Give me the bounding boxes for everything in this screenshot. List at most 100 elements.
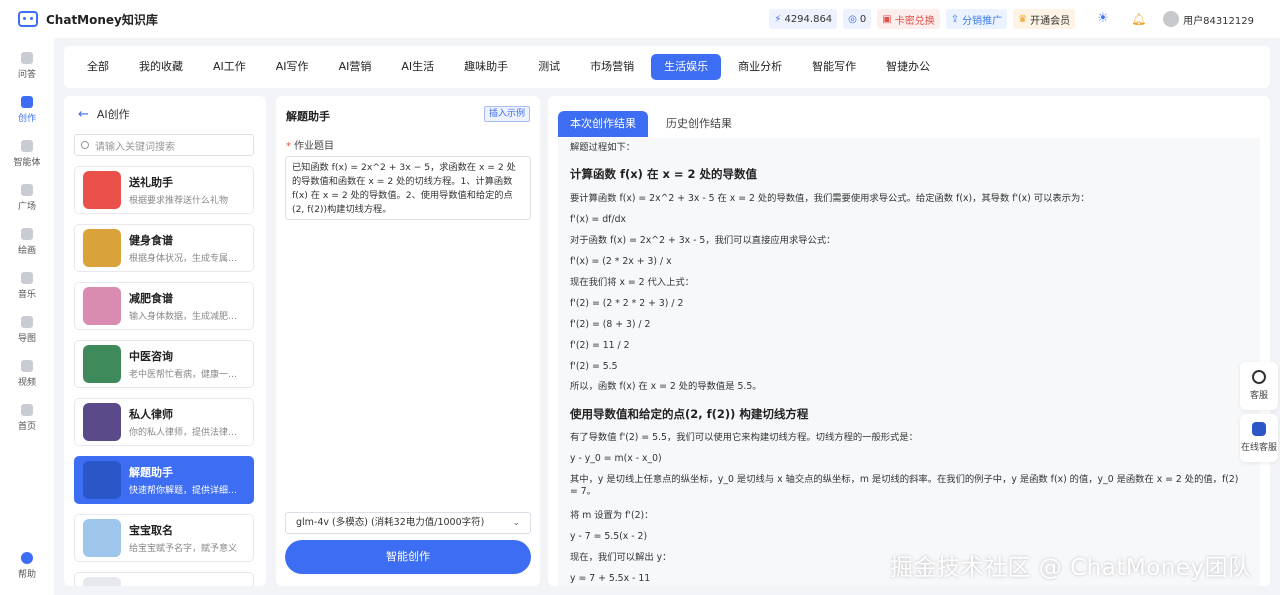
cake-icon — [83, 287, 121, 325]
back-arrow-icon[interactable]: ← — [78, 107, 89, 122]
category-tab[interactable]: 趣味助手 — [451, 54, 521, 80]
avatar — [1163, 11, 1180, 27]
member-button[interactable]: ♛ 开通会员 — [1013, 9, 1076, 29]
result-line: 现在我们将 x = 2 代入上式： — [570, 277, 694, 288]
pen-icon — [21, 96, 33, 108]
redeem-button[interactable]: ▣ 卡密兑换 — [877, 9, 940, 29]
result-line: 对于函数 f(x) = 2x^2 + 3x - 5，我们可以直接应用求导公式： — [570, 235, 836, 246]
homework-textarea[interactable]: 已知函数 f(x) = 2x^2 + 3x − 5，求函数在 x = 2 处的导… — [285, 156, 531, 220]
category-tab[interactable]: 智能写作 — [799, 54, 869, 80]
result-line: f'(2) = 11 / 2 — [570, 340, 630, 351]
result-line: f'(x) = (2 * 2x + 3) / x — [570, 256, 672, 267]
balance-badge[interactable]: ⚡ 4294.864 — [769, 9, 838, 29]
assistant-card-tcm[interactable]: 中医咨询 老中医帮忙看病，健康一… — [74, 340, 254, 388]
result-panel: 本次创作结果 历史创作结果 解题过程如下： 计算函数 f(x) 在 x = 2 … — [548, 96, 1270, 586]
help-icon — [21, 552, 33, 564]
home-icon — [21, 404, 33, 416]
nav-item-draw[interactable]: 绘画 — [0, 228, 54, 256]
category-tab[interactable]: AI写作 — [263, 54, 322, 80]
nav-item-help[interactable]: 帮助 — [0, 552, 54, 580]
assistant-card-fitness[interactable]: 健身食谱 根据身体状况，生成专属… — [74, 224, 254, 272]
nav-item-mindmap[interactable]: 导图 — [0, 316, 54, 344]
result-line: 有了导数值 f'(2) = 5.5，我们可以使用它来构建切线方程。切线方程的一般… — [570, 432, 918, 443]
tab-current-result[interactable]: 本次创作结果 — [558, 111, 648, 137]
agent-icon — [21, 140, 33, 152]
nav-item-agent[interactable]: 智能体 — [0, 140, 54, 168]
form-title: 解题助手 — [286, 110, 330, 123]
search-input[interactable]: 请输入关键词搜索 — [74, 134, 254, 156]
app-title: ChatMoney知识库 — [46, 12, 158, 27]
nav-item-video[interactable]: 视频 — [0, 360, 54, 388]
result-heading: 计算函数 f(x) 在 x = 2 处的导数值 — [570, 167, 758, 181]
result-line: f'(2) = (8 + 3) / 2 — [570, 319, 651, 330]
category-tab[interactable]: 我的收藏 — [126, 54, 196, 80]
tab-history-result[interactable]: 历史创作结果 — [654, 111, 744, 137]
result-line: 所以，函数 f(x) 在 x = 2 处的导数值是 5.5。 — [570, 381, 762, 392]
generate-button[interactable]: 智能创作 — [285, 540, 531, 574]
category-tab[interactable]: 智捷办公 — [873, 54, 943, 80]
nav-item-music[interactable]: 音乐 — [0, 272, 54, 300]
chat-icon — [21, 52, 33, 64]
result-line: f'(2) = 5.5 — [570, 361, 618, 372]
model-select[interactable]: glm-4v (多模态) (消耗32电力值/1000字符) ⌄ — [285, 512, 531, 534]
assistant-list-panel: ← AI创作 请输入关键词搜索 送礼助手 根据要求推荐送什么礼物 健身食谱 根据身体… — [64, 96, 266, 586]
top-bar: ChatMoney知识库 ⚡ 4294.864 ◎ 0 ▣ 卡密兑换 ⇪ 分销推… — [0, 0, 1280, 38]
distribute-button[interactable]: ⇪ 分销推广 — [945, 9, 1008, 29]
notebook-icon — [83, 229, 121, 267]
robot-logo-icon — [18, 11, 38, 27]
nav-item-home[interactable]: 首页 — [0, 404, 54, 432]
assistant-card-lawyer[interactable]: 私人律师 你的私人律师，提供法律… — [74, 398, 254, 446]
result-content: 解题过程如下： 计算函数 f(x) 在 x = 2 处的导数值 要计算函数 f(… — [558, 138, 1260, 586]
category-tab[interactable]: AI生活 — [388, 54, 447, 80]
result-line: 要计算函数 f(x) = 2x^2 + 3x - 5 在 x = 2 处的导数值… — [570, 193, 1090, 204]
notification-bell-icon[interactable]: 🔔︎ — [1131, 12, 1146, 26]
robot-icon — [1252, 422, 1266, 436]
category-tab[interactable]: 全部 — [74, 54, 122, 80]
chevron-down-icon: ⌄ — [512, 518, 520, 528]
assistant-card-partial[interactable] — [74, 572, 254, 586]
app-logo[interactable]: ChatMoney知识库 — [18, 11, 158, 28]
music-icon — [21, 272, 33, 284]
assistant-card-diet[interactable]: 减肥食谱 输入身体数据，生成减肥… — [74, 282, 254, 330]
video-icon — [21, 360, 33, 372]
result-line: 解题过程如下： — [570, 142, 636, 153]
coin-icon: ◎ — [848, 13, 857, 25]
points-badge[interactable]: ◎ 0 — [843, 9, 872, 29]
panel-header: ← AI创作 — [78, 106, 130, 122]
online-service-button[interactable]: 在线客服 — [1240, 414, 1278, 462]
result-line: 将 m 设置为 f'(2)： — [570, 510, 654, 521]
category-tab[interactable]: 测试 — [525, 54, 573, 80]
headset-icon — [1252, 370, 1266, 384]
teacher-avatar-icon — [83, 461, 121, 499]
assistant-card-solver[interactable]: 解题助手 快速帮你解题，提供详细… — [74, 456, 254, 504]
grid-icon — [21, 184, 33, 196]
nav-item-qa[interactable]: 问答 — [0, 52, 54, 80]
mindmap-icon — [21, 316, 33, 328]
input-panel: 解题助手 插入示例 * 作业题目 已知函数 f(x) = 2x^2 + 3x − … — [276, 96, 540, 586]
category-tab-active[interactable]: 生活娱乐 — [651, 54, 722, 80]
result-line: y - 7 = 5.5(x - 2) — [570, 531, 648, 542]
result-line: 其中，y 是切线上任意点的纵坐标，y_0 是切线与 x 轴交点的纵坐标，m 是切… — [570, 474, 1239, 497]
watermark-text: 掘金技术社区 @ ChatMoney团队 — [890, 555, 1252, 581]
id-card-icon — [83, 519, 121, 557]
theme-toggle-icon[interactable]: ☀ — [1097, 12, 1111, 26]
result-line: f'(2) = (2 * 2 * 2 + 3) / 2 — [570, 298, 684, 309]
search-icon — [81, 141, 89, 149]
assistant-card-naming[interactable]: 宝宝取名 给宝宝赋予名字，赋予意义 — [74, 514, 254, 562]
category-tab[interactable]: 市场营销 — [577, 54, 647, 80]
category-tab[interactable]: 商业分析 — [725, 54, 795, 80]
nav-item-create[interactable]: 创作 — [0, 96, 54, 124]
lawyer-avatar-icon — [83, 403, 121, 441]
side-nav: 问答 创作 智能体 广场 绘画 音乐 导图 视频 首页 帮助 — [0, 38, 54, 595]
user-menu[interactable]: 用户84312129 — [1163, 11, 1254, 27]
result-line: f'(x) = df/dx — [570, 214, 626, 225]
assistant-card-gift[interactable]: 送礼助手 根据要求推荐送什么礼物 — [74, 166, 254, 214]
nav-item-square[interactable]: 广场 — [0, 184, 54, 212]
category-tab[interactable]: AI营销 — [326, 54, 385, 80]
palette-icon — [21, 228, 33, 240]
card-icon: ▣ — [882, 13, 892, 25]
category-tab[interactable]: AI工作 — [200, 54, 259, 80]
customer-service-button[interactable]: 客服 — [1240, 362, 1278, 410]
result-line: y - y_0 = m(x - x_0) — [570, 453, 662, 464]
insert-example-button[interactable]: 插入示例 — [483, 106, 530, 122]
